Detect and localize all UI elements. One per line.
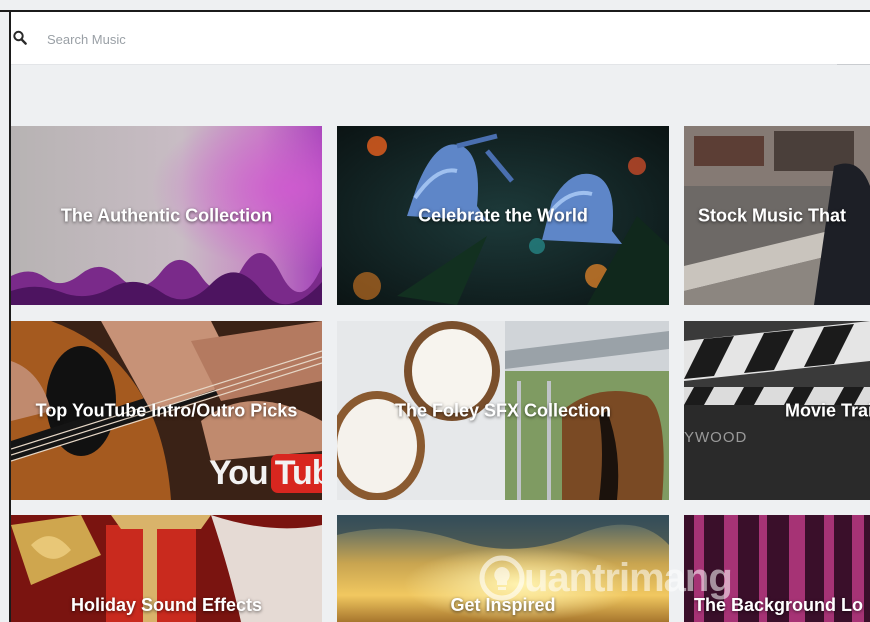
collection-image xyxy=(684,321,870,500)
youtube-logo: You Tube xyxy=(209,451,322,495)
collection-tile-youtube-intro-outro[interactable]: Top YouTube Intro/Outro Picks You Tube xyxy=(11,321,322,500)
collection-tile-authentic[interactable]: The Authentic Collection xyxy=(11,126,322,305)
collection-tile-stock-music[interactable]: Stock Music That xyxy=(684,126,870,305)
youtube-logo-text: Tube xyxy=(270,453,322,493)
collection-image xyxy=(337,321,669,500)
collection-image xyxy=(11,515,322,622)
collection-tile-get-inspired[interactable]: Get Inspired xyxy=(337,515,669,622)
hollywood-text: YWOOD xyxy=(684,429,748,446)
collection-tile-foley-sfx[interactable]: The Foley SFX Collection xyxy=(337,321,669,500)
collection-tile-holiday-sfx[interactable]: Holiday Sound Effects xyxy=(11,515,322,622)
collection-tile-movie-trailer[interactable]: Movie Traile YWOOD xyxy=(684,321,870,500)
collection-tile-background-loops[interactable]: The Background Lo xyxy=(684,515,870,622)
collection-image xyxy=(337,126,669,305)
collection-tile-celebrate[interactable]: Celebrate the World xyxy=(337,126,669,305)
collection-grid: The Authentic Collection Celebrate the W… xyxy=(11,126,870,622)
collection-image xyxy=(684,515,870,622)
search-input[interactable] xyxy=(45,26,549,52)
search-icon[interactable] xyxy=(13,30,27,46)
collection-image xyxy=(684,126,870,305)
divider xyxy=(837,64,870,65)
collection-image xyxy=(337,515,669,622)
youtube-logo-text: You xyxy=(209,453,269,492)
search-bar xyxy=(11,12,870,65)
collection-image xyxy=(11,126,322,305)
